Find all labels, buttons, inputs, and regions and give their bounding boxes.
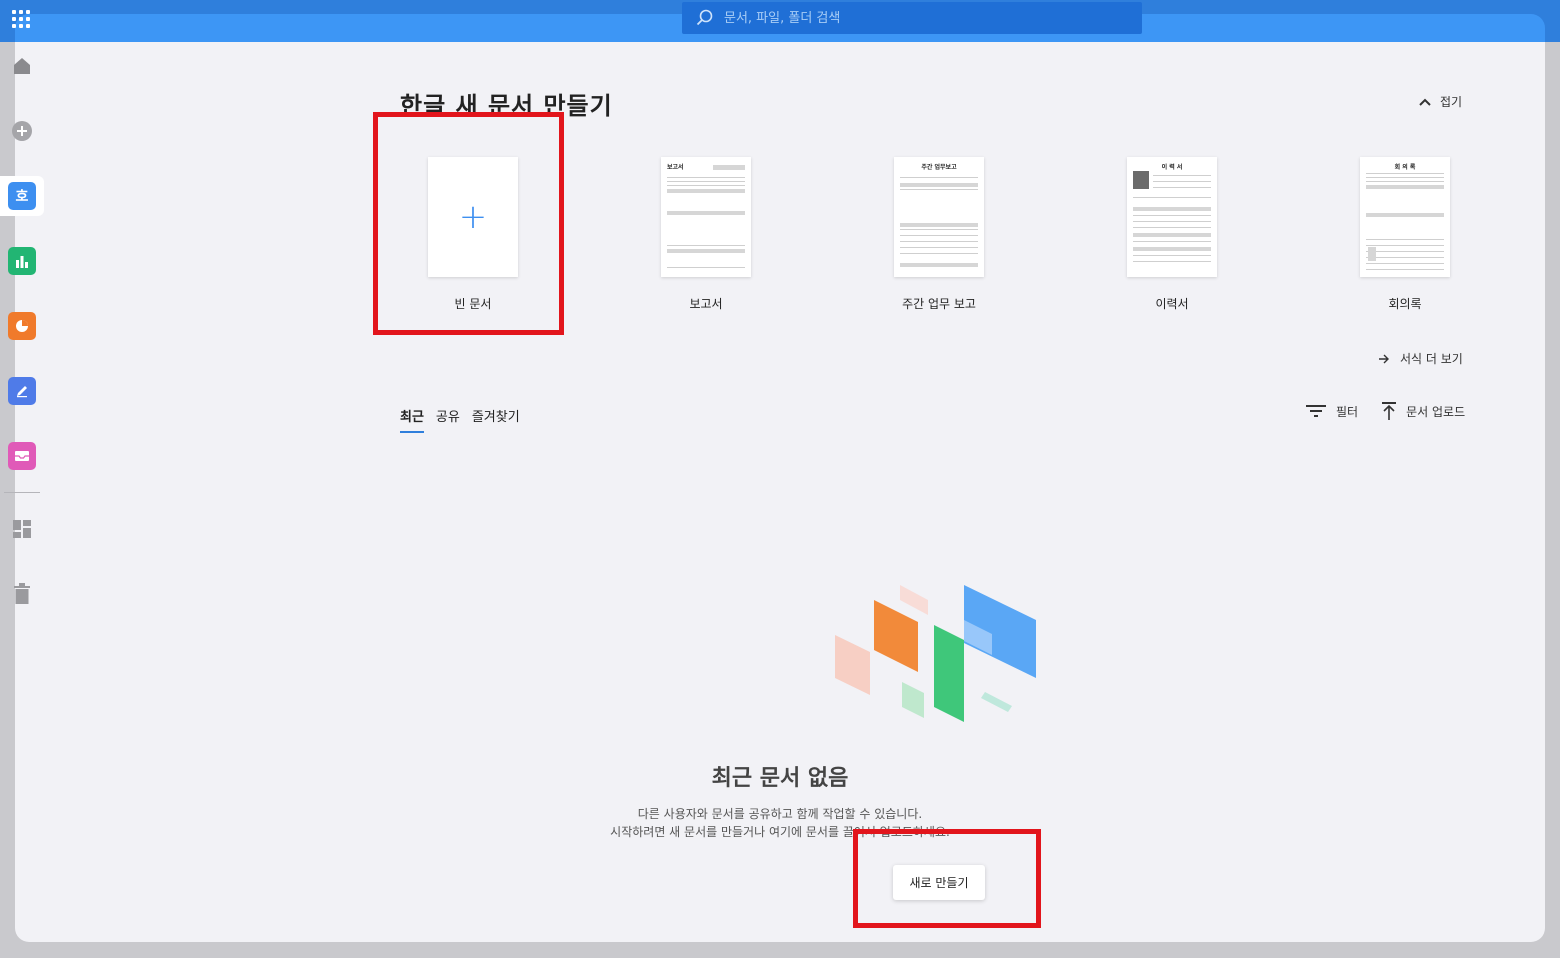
filter-icon: [1306, 405, 1326, 417]
collapse-label: 접기: [1440, 95, 1463, 109]
chevron-up-icon: [1419, 98, 1431, 106]
hangul-app-icon: 호: [8, 182, 36, 210]
template-thumbnail: 이 력 서: [1127, 157, 1217, 277]
highlight-box-new-button: [853, 829, 1041, 928]
tab-shared[interactable]: 공유: [436, 406, 460, 433]
arrow-right-icon: [1379, 354, 1389, 363]
apps-grid-icon[interactable]: [12, 10, 30, 28]
search-box[interactable]: [682, 2, 1142, 34]
empty-state-description: 다른 사용자와 문서를 공유하고 함께 작업할 수 있습니다. 시작하려면 새 …: [0, 805, 1560, 841]
inbox-icon: [8, 442, 36, 470]
filter-button[interactable]: 필터: [1306, 402, 1358, 420]
collapse-button[interactable]: 접기: [1418, 93, 1462, 110]
template-label: 이력서: [1155, 297, 1189, 311]
rail-divider: [4, 492, 40, 493]
pie-chart-icon: [8, 312, 36, 340]
hanshow-app-button[interactable]: [0, 306, 44, 346]
template-label: 주간 업무 보고: [902, 297, 976, 311]
more-templates-label: 서식 더 보기: [1400, 352, 1463, 366]
search-icon: [696, 9, 713, 26]
note-app-button[interactable]: [0, 371, 44, 411]
template-minutes[interactable]: 회 의 록 회의록: [1350, 157, 1460, 312]
trash-icon[interactable]: [0, 574, 44, 614]
document-tabs: 최근 공유 즐겨찾기: [400, 406, 520, 433]
thumb-title: 회 의 록: [1394, 164, 1416, 171]
template-weekly-report[interactable]: 주간 업무보고 주간 업무 보고: [884, 157, 994, 312]
mail-app-button[interactable]: [0, 436, 44, 476]
filter-label: 필터: [1336, 404, 1359, 419]
add-icon[interactable]: [0, 111, 44, 151]
hangul-app-button[interactable]: 호: [0, 176, 44, 216]
photo-placeholder: [1133, 171, 1149, 189]
tab-favorites[interactable]: 즐겨찾기: [472, 406, 520, 433]
template-thumbnail: 주간 업무보고: [894, 157, 984, 277]
upload-icon: [1382, 402, 1397, 420]
top-bar: [0, 0, 1560, 42]
empty-state-line-2: 시작하려면 새 문서를 만들거나 여기에 문서를 끌어서 업로드하세요.: [610, 825, 950, 839]
home-icon[interactable]: [0, 46, 44, 86]
pen-icon: [8, 377, 36, 405]
empty-state-title: 최근 문서 없음: [711, 766, 849, 791]
thumb-title: 이 력 서: [1161, 164, 1183, 171]
empty-state-line-1: 다른 사용자와 문서를 공유하고 함께 작업할 수 있습니다.: [637, 807, 923, 821]
highlight-box-blank-document: [373, 112, 564, 335]
template-thumbnail: 회 의 록: [1360, 157, 1450, 277]
upload-label: 문서 업로드: [1406, 404, 1466, 419]
hancell-app-button[interactable]: [0, 241, 44, 281]
template-label: 보고서: [689, 297, 723, 311]
more-templates-link[interactable]: 서식 더 보기: [1378, 350, 1463, 367]
template-report[interactable]: 보고서 보고서: [651, 157, 761, 312]
search-input[interactable]: [724, 10, 1104, 26]
tab-recent[interactable]: 최근: [400, 406, 424, 433]
list-actions: 필터 문서 업로드: [1306, 402, 1465, 420]
template-resume[interactable]: 이 력 서 이력서: [1117, 157, 1227, 312]
empty-state-illustration: [835, 585, 1036, 722]
bar-chart-icon: [8, 247, 36, 275]
thumb-title: 주간 업무보고: [921, 164, 957, 171]
upload-button[interactable]: 문서 업로드: [1382, 402, 1465, 420]
template-thumbnail: 보고서: [661, 157, 751, 277]
dashboard-icon[interactable]: [0, 509, 44, 549]
template-label: 회의록: [1388, 297, 1422, 311]
